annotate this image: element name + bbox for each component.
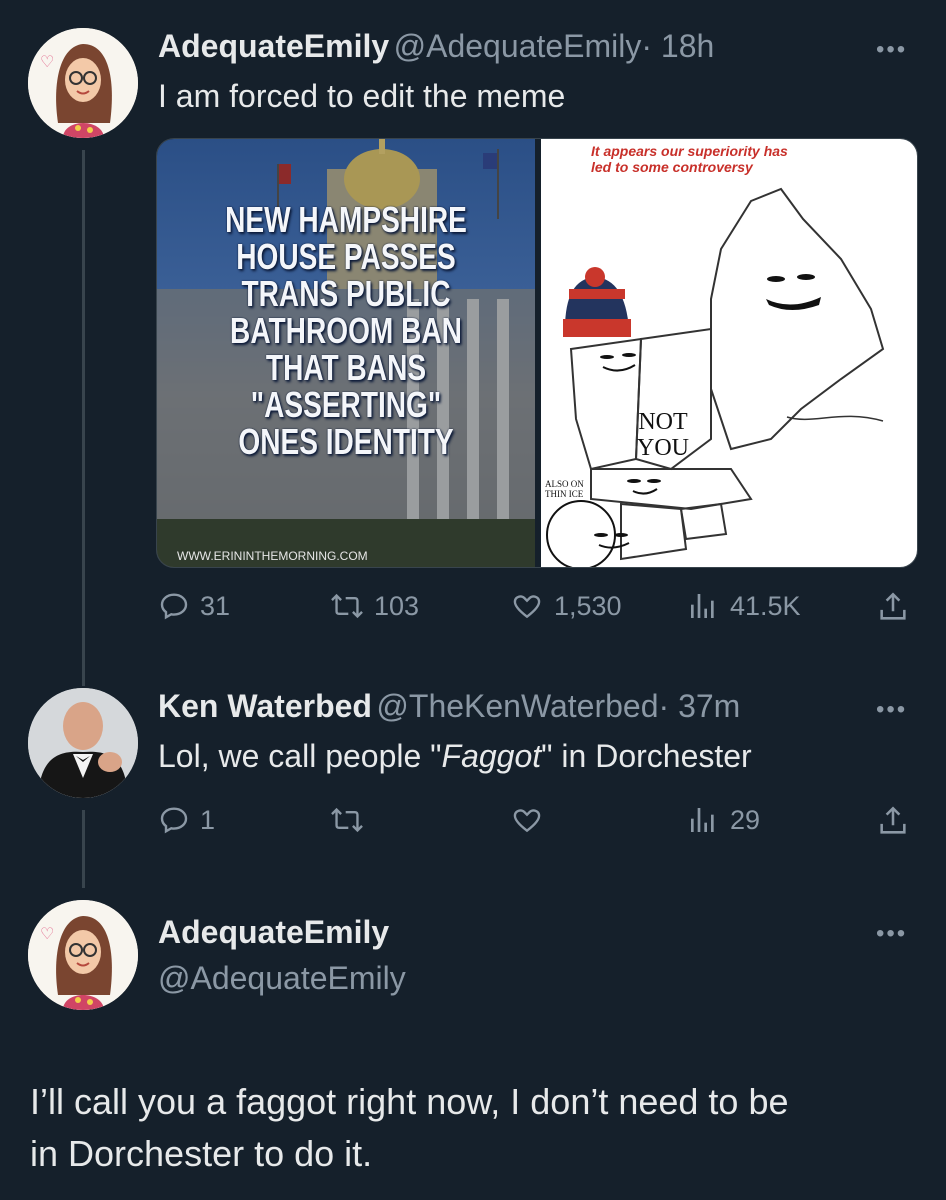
timestamp[interactable]: · 18h <box>641 28 714 64</box>
tweet-text: I am forced to edit the meme <box>158 78 566 114</box>
headline-line: "ASSERTING" <box>250 384 442 425</box>
tweet-text-line: I’ll call you a faggot right now, I don’… <box>30 1081 789 1122</box>
tweet-media[interactable]: NEW HAMPSHIRE HOUSE PASSES TRANS PUBLIC … <box>156 138 918 568</box>
reply-count: 1 <box>200 804 216 835</box>
like-button[interactable]: 1,530 <box>510 590 622 622</box>
views-count: 41.5K <box>730 590 801 621</box>
tweet-text: Lol, we call people "Faggot" in Dorchest… <box>158 738 752 775</box>
headline-line: THAT BANS <box>265 347 427 388</box>
more-icon[interactable]: ••• <box>876 36 907 64</box>
tweet-text-part: Lol, we call people " <box>158 738 442 774</box>
thin-ice-line: ALSO ON <box>545 479 584 489</box>
like-button[interactable] <box>510 804 544 836</box>
not-you-label: NOT YOU <box>637 409 689 461</box>
author-name[interactable]: AdequateEmily <box>158 28 389 64</box>
retweet-count: 103 <box>374 590 420 621</box>
tweet-text: I’ll call you a faggot right now, I don’… <box>30 1076 789 1180</box>
share-button[interactable] <box>876 804 910 838</box>
heart-icon: ♡ <box>40 926 55 943</box>
views-button[interactable]: 41.5K <box>686 590 801 622</box>
tweet1-header: AdequateEmily @AdequateEmily· 18h <box>158 28 714 65</box>
headline-line: BATHROOM BAN <box>230 310 462 351</box>
tweet-text-part: " in Dorchester <box>541 738 752 774</box>
thread-line-top <box>82 670 85 686</box>
watermark: WWW.ERININTHEMORNING.COM <box>177 549 368 563</box>
author-handle[interactable]: @AdequateEmily <box>158 960 406 997</box>
headline-line: HOUSE PASSES <box>236 236 456 277</box>
media-right-image: It appears our superiority has led to so… <box>541 139 917 567</box>
headline-line: ONES IDENTITY <box>238 421 454 462</box>
author-name[interactable]: Ken Waterbed <box>158 688 372 724</box>
avatar-adequateemily[interactable] <box>28 28 138 138</box>
views-icon <box>691 594 714 618</box>
heart-icon: ♡ <box>40 54 55 71</box>
more-icon[interactable]: ••• <box>876 696 907 724</box>
tweet-text-italic: Faggot <box>441 738 542 774</box>
reply-button[interactable]: 31 <box>158 590 230 622</box>
author-name[interactable]: AdequateEmily <box>158 914 389 951</box>
reply-icon <box>160 807 188 834</box>
headline: NEW HAMPSHIRE HOUSE PASSES TRANS PUBLIC … <box>166 201 526 460</box>
like-icon <box>513 595 541 619</box>
avatar-illustration <box>28 900 138 1010</box>
more-icon[interactable]: ••• <box>876 920 907 948</box>
retweet-button[interactable]: 103 <box>330 590 419 622</box>
views-button[interactable]: 29 <box>686 804 760 836</box>
avatar-adequateemily[interactable] <box>28 900 138 1010</box>
views-count: 29 <box>730 804 761 835</box>
headline-line: TRANS PUBLIC <box>241 273 451 314</box>
reply-button[interactable]: 1 <box>158 804 215 836</box>
share-button[interactable] <box>876 590 910 624</box>
timestamp[interactable]: · 37m <box>659 688 741 724</box>
avatar-photo <box>28 688 138 798</box>
tweet2-header: Ken Waterbed @TheKenWaterbed· 37m <box>158 688 740 725</box>
like-count: 1,530 <box>554 590 622 621</box>
not-you-line: YOU <box>637 435 689 461</box>
thin-ice-line: THIN ICE <box>545 489 584 499</box>
headline-line: NEW HAMPSHIRE <box>225 199 467 240</box>
not-you-line: NOT <box>638 409 688 435</box>
share-icon <box>880 592 906 620</box>
reply-icon <box>160 593 188 620</box>
media-left-image: NEW HAMPSHIRE HOUSE PASSES TRANS PUBLIC … <box>157 139 535 567</box>
thread-line <box>82 150 85 680</box>
beanie-icon <box>563 267 631 337</box>
avatar-kenwaterbed[interactable] <box>28 688 138 798</box>
like-icon <box>513 809 541 833</box>
share-icon <box>880 806 906 834</box>
reply-count: 31 <box>200 590 231 621</box>
thin-ice-label: ALSO ON THIN ICE <box>545 479 584 499</box>
author-handle[interactable]: @AdequateEmily <box>394 28 642 64</box>
avatar-illustration <box>28 28 138 138</box>
new-england-map <box>546 187 885 567</box>
tweet-text-line: in Dorchester to do it. <box>30 1133 373 1174</box>
retweet-icon <box>331 807 363 833</box>
retweet-icon <box>331 593 363 619</box>
author-handle[interactable]: @TheKenWaterbed <box>376 688 658 724</box>
views-icon <box>691 808 714 832</box>
thread-line <box>82 810 85 888</box>
retweet-button[interactable] <box>330 804 364 836</box>
